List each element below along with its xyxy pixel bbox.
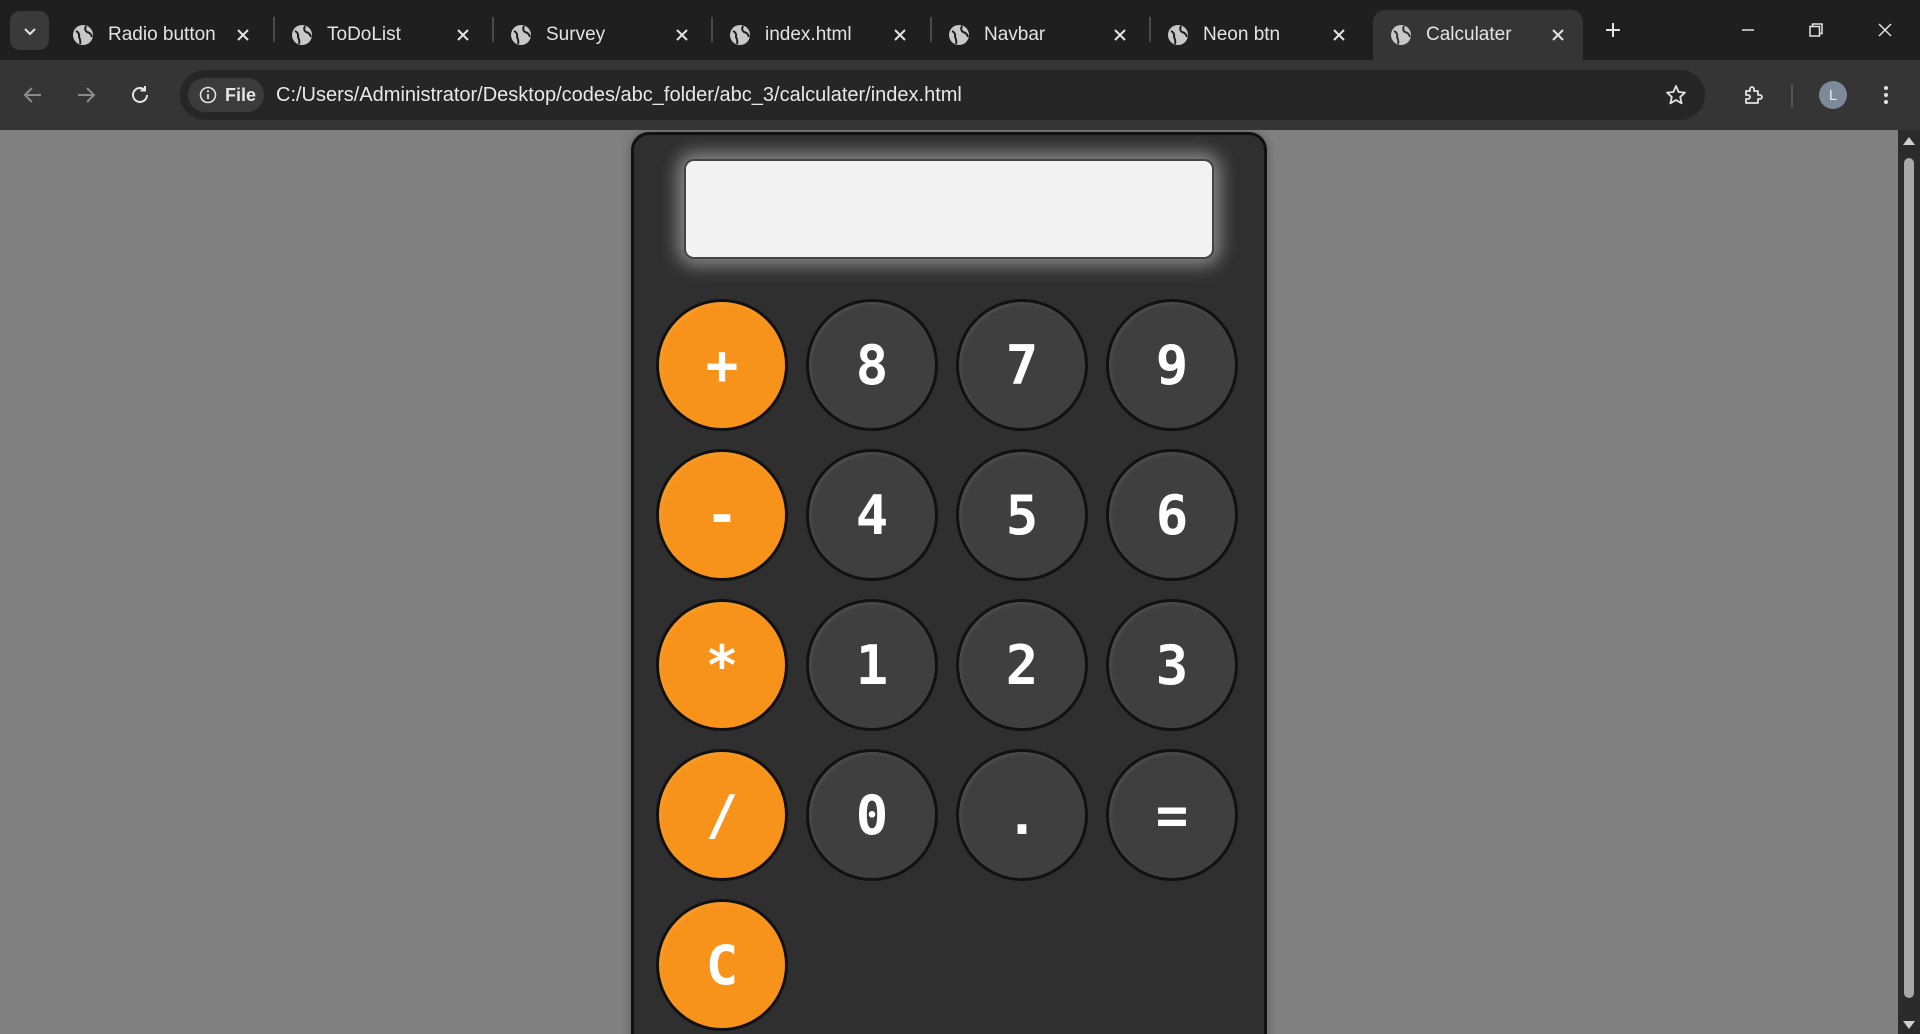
globe-icon (949, 25, 969, 45)
minimize-button[interactable] (1723, 10, 1773, 50)
key-divide[interactable]: / (656, 749, 788, 881)
profile-avatar[interactable]: L (1819, 81, 1847, 109)
plus-icon (1606, 23, 1620, 37)
site-info-chip[interactable]: File (188, 78, 264, 112)
globe-icon (511, 25, 531, 45)
close-icon[interactable] (1105, 20, 1135, 50)
key-4[interactable]: 4 (806, 449, 938, 581)
scroll-down-arrow[interactable] (1903, 1021, 1915, 1029)
menu-button[interactable] (1868, 77, 1904, 113)
scroll-up-arrow[interactable] (1903, 137, 1915, 145)
key-8[interactable]: 8 (806, 299, 938, 431)
tab-title: ToDoList (327, 24, 401, 45)
key-equals[interactable]: = (1106, 749, 1238, 881)
tab-strip: Radio button ToDoList Survey index.html … (0, 0, 1920, 60)
minimize-icon (1742, 29, 1754, 31)
forward-button[interactable] (68, 77, 104, 113)
key-6[interactable]: 6 (1106, 449, 1238, 581)
extensions-button[interactable] (1736, 77, 1772, 113)
key-clear[interactable]: C (656, 899, 788, 1031)
scheme-label: File (225, 84, 257, 105)
key-0[interactable]: 0 (806, 749, 938, 881)
star-icon (1666, 85, 1686, 105)
browser-toolbar: File C:/Users/Administrator/Desktop/code… (0, 60, 1920, 130)
tab-navbar[interactable]: Navbar (931, 10, 1145, 60)
key-add[interactable]: + (656, 299, 788, 431)
tab-title: Calculater (1426, 24, 1512, 45)
key-multiply[interactable]: * (656, 599, 788, 731)
new-tab-button[interactable] (1597, 14, 1629, 46)
chevron-down-icon (23, 27, 36, 35)
globe-icon (730, 25, 750, 45)
back-button[interactable] (15, 77, 51, 113)
restore-button[interactable] (1791, 10, 1841, 50)
puzzle-icon (1745, 86, 1763, 104)
key-subtract[interactable]: - (656, 449, 788, 581)
tab-radio-button[interactable]: Radio button (55, 10, 268, 60)
tab-title: index.html (765, 24, 852, 45)
bookmark-button[interactable] (1661, 80, 1691, 110)
tab-search-button[interactable] (10, 11, 49, 50)
tab-survey[interactable]: Survey (493, 10, 707, 60)
toolbar-divider (1791, 85, 1793, 107)
key-decimal[interactable]: . (956, 749, 1088, 881)
kebab-menu-icon (1884, 86, 1888, 104)
reload-button[interactable] (122, 77, 158, 113)
key-9[interactable]: 9 (1106, 299, 1238, 431)
key-7[interactable]: 7 (956, 299, 1088, 431)
globe-icon (292, 25, 312, 45)
address-bar[interactable]: File C:/Users/Administrator/Desktop/code… (180, 70, 1705, 120)
close-icon[interactable] (667, 20, 697, 50)
arrow-right-icon (78, 87, 96, 103)
calculator-display[interactable] (684, 159, 1214, 259)
close-icon[interactable] (885, 20, 915, 50)
restore-icon (1809, 23, 1823, 37)
globe-icon (1391, 25, 1411, 45)
calculator: + 8 7 9 - 4 5 6 * 1 2 3 / 0 . = C (631, 132, 1267, 1034)
tab-title: Neon btn (1203, 24, 1281, 45)
vertical-scrollbar[interactable] (1898, 130, 1920, 1034)
globe-icon (1168, 25, 1188, 45)
close-icon[interactable] (1324, 20, 1354, 50)
reload-icon (132, 86, 148, 103)
globe-icon (73, 25, 93, 45)
close-icon[interactable] (448, 20, 478, 50)
close-icon (1878, 23, 1892, 37)
close-icon[interactable] (1543, 20, 1573, 50)
tab-calculater[interactable]: Calculater (1373, 10, 1583, 60)
tab-neon-btn[interactable]: Neon btn (1150, 10, 1364, 60)
page-viewport: + 8 7 9 - 4 5 6 * 1 2 3 / 0 . = C (0, 130, 1898, 1034)
key-2[interactable]: 2 (956, 599, 1088, 731)
info-icon (199, 86, 217, 104)
tab-title: Navbar (984, 24, 1046, 45)
url-text[interactable]: C:/Users/Administrator/Desktop/codes/abc… (276, 70, 962, 120)
key-3[interactable]: 3 (1106, 599, 1238, 731)
tab-index-html[interactable]: index.html (712, 10, 925, 60)
tab-title: Radio button (108, 24, 216, 45)
tab-title: Survey (546, 24, 606, 45)
tab-todolist[interactable]: ToDoList (274, 10, 488, 60)
key-5[interactable]: 5 (956, 449, 1088, 581)
key-1[interactable]: 1 (806, 599, 938, 731)
close-icon[interactable] (228, 20, 258, 50)
window-close-button[interactable] (1860, 10, 1910, 50)
arrow-left-icon (23, 87, 41, 103)
scroll-thumb[interactable] (1904, 158, 1914, 998)
